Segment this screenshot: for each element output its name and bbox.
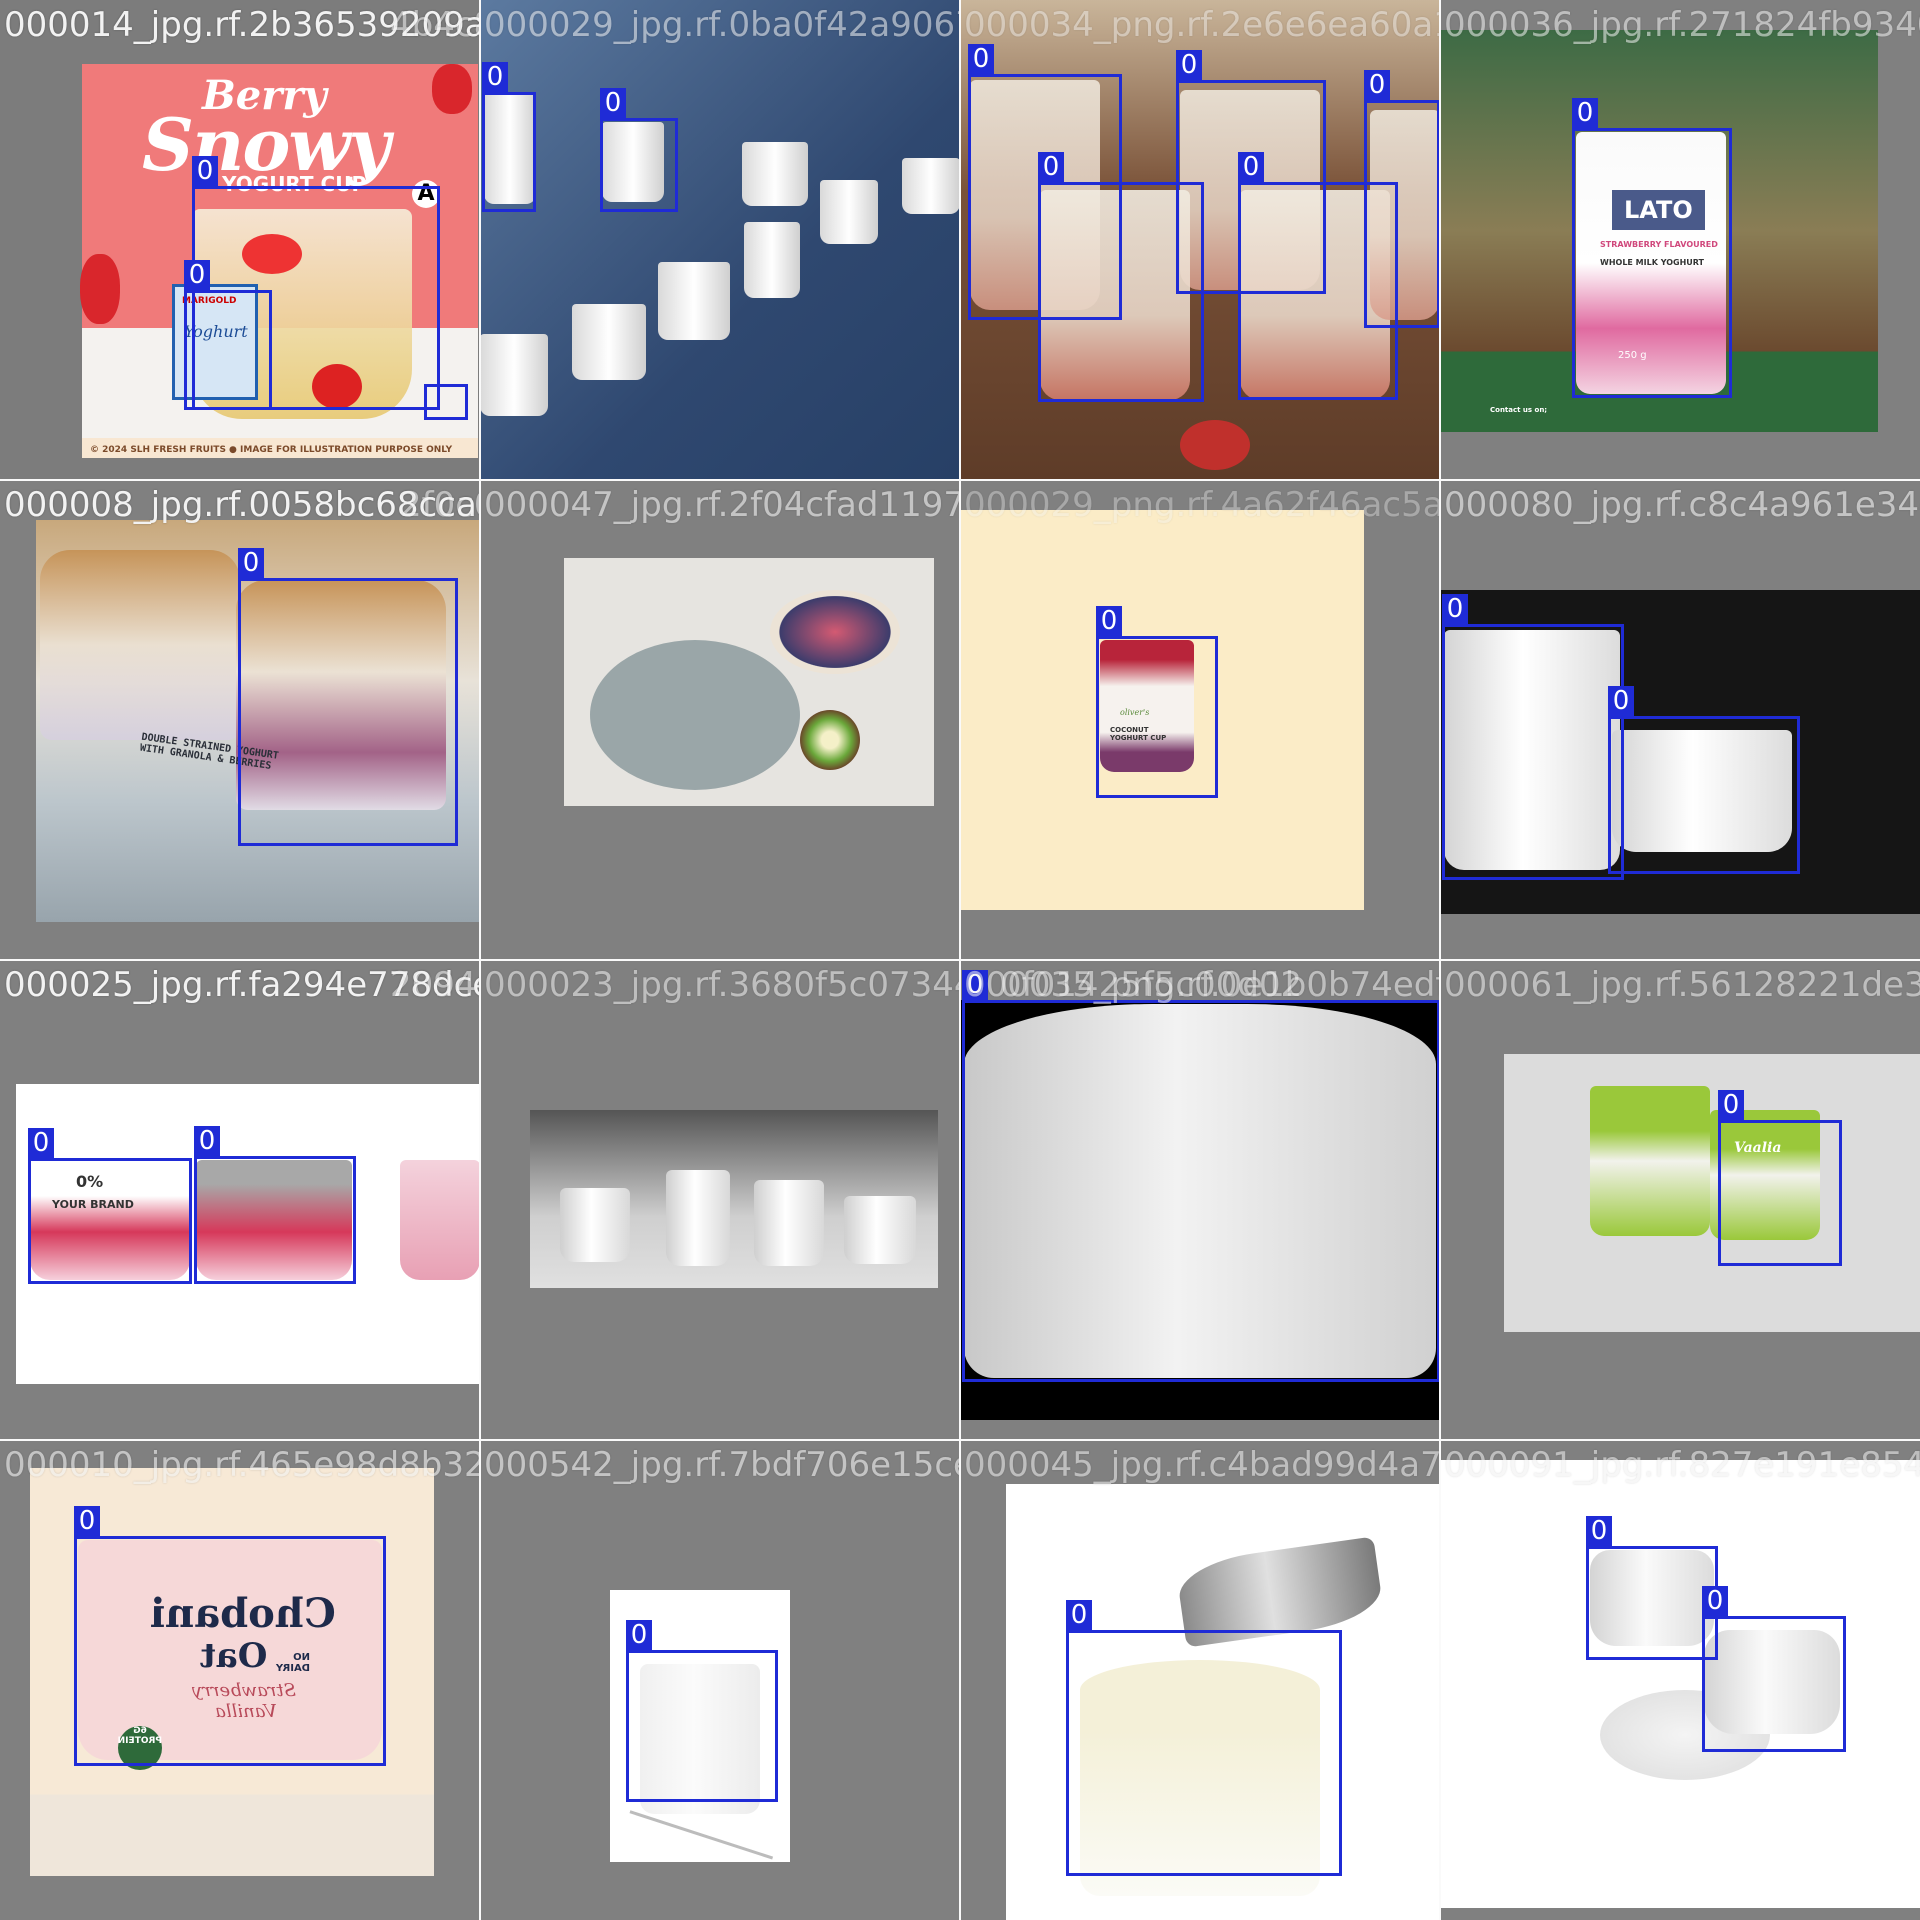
filename-label-overlap: 0f01425f5c00d02 xyxy=(1000,965,1303,1005)
bbox: 0 xyxy=(194,1126,356,1284)
tile-000029b: oliver's COCONUT YOGHURT CUP 0 000029_pn… xyxy=(960,480,1440,960)
foil-cup xyxy=(844,1196,916,1264)
bbox: 0 xyxy=(600,88,678,212)
paper-cup xyxy=(572,304,646,380)
bbox: 0 xyxy=(1718,1090,1842,1266)
filename-label-overlap: 2f0c047d4bff2f04cfad1197 xyxy=(400,485,480,525)
tile-000025: 0% YOUR BRAND 0 0 000025_jpg.rf.fa294e77… xyxy=(0,960,480,1440)
bbox-class-label: 0 xyxy=(962,970,988,1000)
bbox: 0 xyxy=(1702,1586,1846,1752)
paper-cup xyxy=(658,262,730,340)
mosaic-grid: Berry Snowy YOGURT CUP MARIGOLD Yoghurt … xyxy=(0,0,1920,1920)
bbox: 0 xyxy=(184,260,272,410)
paper-cup xyxy=(902,158,960,214)
filename-label: 000023_jpg.rf.3680f5c073449 xyxy=(484,965,960,1005)
paper-cup xyxy=(742,142,808,206)
bbox: 0 xyxy=(1364,70,1440,328)
tile-000061: Vaalia 0 000061_jpg.rf.56128221de36 xyxy=(1440,960,1920,1440)
bbox: 0 xyxy=(1096,606,1218,798)
yoghurt-cup xyxy=(1590,1086,1710,1236)
grid-divider xyxy=(0,479,1920,481)
bbox-class-label: 0 xyxy=(1096,606,1122,636)
bbox-class-label: 0 xyxy=(968,44,994,74)
grid-divider xyxy=(0,1439,1920,1441)
bbox: 0 xyxy=(1066,1600,1342,1876)
kiwi xyxy=(800,710,860,770)
bbox-class-label: 0 xyxy=(192,156,218,186)
paper-cup xyxy=(820,180,878,244)
tile-000047: 000047_jpg.rf.2f04cfad1197 xyxy=(480,480,960,960)
bbox-class-label: 0 xyxy=(1572,98,1598,128)
foil-cup xyxy=(560,1188,630,1262)
bbox-class-label: 0 xyxy=(28,1128,54,1158)
filename-label: 000061_jpg.rf.56128221de36 xyxy=(1444,965,1920,1005)
bbox-class-label: 0 xyxy=(1608,686,1634,716)
tile-000014: Berry Snowy YOGURT CUP MARIGOLD Yoghurt … xyxy=(0,0,480,480)
bbox: 0 xyxy=(626,1620,778,1802)
tile-000091: 0 0 000091_jpg.rf.827e191e854 xyxy=(1440,1440,1920,1920)
fruit-bowl xyxy=(770,590,900,674)
strawberry xyxy=(1180,420,1250,470)
bbox-class-label: 0 xyxy=(1586,1516,1612,1546)
tile-000008: DOUBLE STRAINED YOGHURT WITH GRANOLA & B… xyxy=(0,480,480,960)
tile-000029: 0 0 000029_jpg.rf.0ba0f42a9067b6 xyxy=(480,0,960,480)
bbox-class-label: 0 xyxy=(1718,1090,1744,1120)
tile-000542: 0 000542_jpg.rf.7bdf706e15ce xyxy=(480,1440,960,1920)
tile-000045: 0 000045_jpg.rf.c4bad99d4a75 xyxy=(960,1440,1440,1920)
bbox: 0 xyxy=(962,970,1440,1382)
bbox-class-label: 0 xyxy=(1702,1586,1728,1616)
bbox: 0 xyxy=(1572,98,1732,398)
paper-cup xyxy=(480,334,548,416)
tile-000010: Chobani Oat Strawberry Vanilla NO DAIRY … xyxy=(0,1440,480,1920)
plate xyxy=(590,640,800,790)
bbox: 0 xyxy=(482,62,536,212)
bbox-class-label: 0 xyxy=(626,1620,652,1650)
bbox: 0 xyxy=(28,1128,192,1284)
filename-label: 000542_jpg.rf.7bdf706e15ce xyxy=(484,1445,960,1485)
bbox: 0 xyxy=(1586,1516,1718,1660)
bbox-class-label: 0 xyxy=(1176,50,1202,80)
filename-label: 000045_jpg.rf.c4bad99d4a75 xyxy=(964,1445,1440,1485)
poster-footer: © 2024 SLH FRESH FRUITS ● IMAGE FOR ILLU… xyxy=(90,445,453,455)
paper-cups-image xyxy=(480,0,960,480)
bbox xyxy=(424,384,468,420)
bbox-class-label: 0 xyxy=(194,1126,220,1156)
yoghurt-cup xyxy=(400,1160,480,1280)
filename-label: 000047_jpg.rf.2f04cfad1197 xyxy=(484,485,960,525)
bbox-class-label: 0 xyxy=(184,260,210,290)
bbox-class-label: 0 xyxy=(1442,594,1468,624)
filename-label: 000025_jpg.rf.fa294e778dce xyxy=(4,965,480,1005)
bbox: 0 xyxy=(1608,686,1800,874)
bbox-class-label: 0 xyxy=(1364,70,1390,100)
bbox: 0 xyxy=(238,548,458,846)
grid-divider xyxy=(0,959,1920,961)
granola-cup xyxy=(40,550,240,740)
bbox: 0 xyxy=(74,1506,386,1766)
bbox-class-label: 0 xyxy=(1238,152,1264,182)
filename-label-overlap: 209407323c39680f5c073449 xyxy=(390,965,480,1005)
bbox-class-label: 0 xyxy=(482,62,508,92)
bbox-class-label: 0 xyxy=(600,88,626,118)
cups-with-lids-image xyxy=(1440,1460,1920,1908)
tile-000080: 0 0 000080_jpg.rf.c8c4a961e34c xyxy=(1440,480,1920,960)
bbox: 0 xyxy=(1038,152,1204,402)
bbox: 0 xyxy=(1442,594,1624,880)
filename-label: 000008_jpg.rf.0058bc68cca xyxy=(4,485,477,525)
contact-text: Contact us on; xyxy=(1490,406,1548,414)
foil-cup xyxy=(754,1180,824,1266)
bbox-class-label: 0 xyxy=(238,548,264,578)
tile-000034: 0 0 0 0 0 000034_png.rf.2e6e6ea60a1 xyxy=(960,0,1440,480)
bbox-class-label: 0 xyxy=(1066,1600,1092,1630)
paper-cup xyxy=(744,222,800,298)
bbox-class-label: 0 xyxy=(74,1506,100,1536)
bbox-class-label: 0 xyxy=(1038,152,1064,182)
filename-label: 000080_jpg.rf.c8c4a961e34c xyxy=(1444,485,1920,525)
foil-cup xyxy=(666,1170,730,1266)
tile-000036: LATO STRAWBERRY FLAVOURED WHOLE MILK YOG… xyxy=(1440,0,1920,480)
tile-000035: 0 000035_png.rf.0e1b0b74edf 0f01425f5c00… xyxy=(960,960,1440,1440)
filename-label: 000035_png.rf.0e1b0b74edf xyxy=(964,965,1440,1005)
tile-000023: 000023_jpg.rf.3680f5c073449 xyxy=(480,960,960,1440)
